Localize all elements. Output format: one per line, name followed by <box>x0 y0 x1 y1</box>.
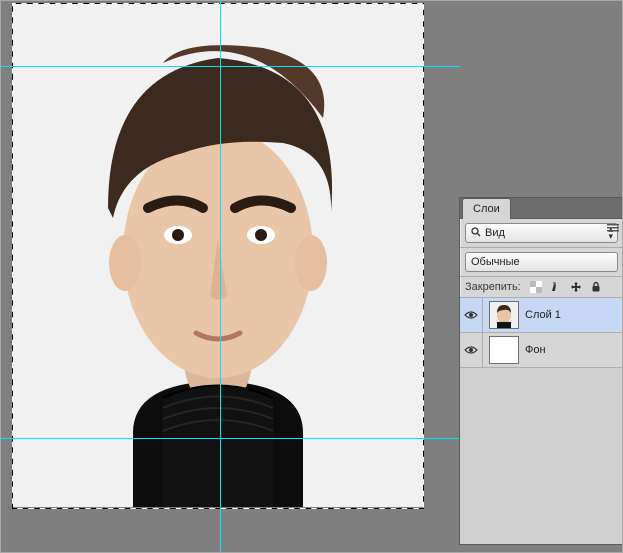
position-lock-icon[interactable] <box>569 280 583 294</box>
eye-icon <box>464 345 478 355</box>
lock-all-icon[interactable] <box>589 280 603 294</box>
lock-row-label: Закрепить: <box>465 281 521 293</box>
layer-filter-dropdown[interactable]: Вид ▴▾ <box>465 223 618 243</box>
blend-mode-value: Обычные <box>471 256 520 268</box>
canvas-image <box>13 3 423 507</box>
visibility-toggle[interactable] <box>460 333 483 367</box>
visibility-toggle[interactable] <box>460 298 483 332</box>
layer-thumbnail[interactable] <box>489 301 519 329</box>
panel-tabbar: Слои <box>460 198 623 219</box>
document-viewport[interactable] <box>0 0 455 553</box>
layers-empty-area <box>460 368 623 544</box>
tab-layers[interactable]: Слои <box>462 198 511 219</box>
eye-icon <box>464 310 478 320</box>
layer-name[interactable]: Фон <box>525 344 546 356</box>
pixel-lock-icon[interactable] <box>549 280 563 294</box>
layer-thumbnail[interactable] <box>489 336 519 364</box>
canvas[interactable] <box>13 3 423 507</box>
layers-list: Слой 1 Фон <box>460 298 623 544</box>
layer-name[interactable]: Слой 1 <box>525 309 561 321</box>
lock-row: Закрепить: <box>460 277 623 298</box>
layer-row[interactable]: Слой 1 <box>460 298 623 333</box>
layer-row[interactable]: Фон <box>460 333 623 368</box>
layer-filter-label: Вид <box>485 227 505 239</box>
layers-panel: Слои Вид ▴▾ Обычные Закрепить: <box>459 197 623 545</box>
transparency-lock-icon[interactable] <box>529 280 543 294</box>
blend-mode-row: Обычные <box>460 248 623 277</box>
blend-mode-dropdown[interactable]: Обычные <box>465 252 618 272</box>
panel-menu-icon[interactable] <box>605 220 621 236</box>
search-icon <box>471 227 481 240</box>
workspace: Слои Вид ▴▾ Обычные Закрепить: <box>0 0 623 553</box>
layer-filter-row: Вид ▴▾ <box>460 219 623 248</box>
